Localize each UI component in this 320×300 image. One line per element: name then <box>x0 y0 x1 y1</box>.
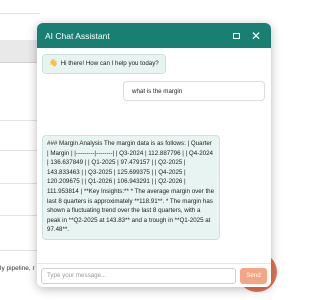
background-divider <box>0 183 40 184</box>
background-divider <box>0 150 40 151</box>
chat-title: AI Chat Assistant <box>45 30 110 41</box>
assistant-response-bubble: ### Margin Analysis The margin data is a… <box>42 135 220 240</box>
chat-window: AI Chat Assistant ✕ 👋 Hi there! How can … <box>37 23 271 287</box>
message-list: 👋 Hi there! How can I help you today? wh… <box>37 48 271 263</box>
assistant-greeting-bubble: 👋 Hi there! How can I help you today? <box>42 54 166 74</box>
background-divider <box>0 13 40 14</box>
maximize-button[interactable] <box>229 29 243 43</box>
send-button[interactable]: Send <box>240 267 267 284</box>
background-divider <box>0 215 40 216</box>
background-divider <box>0 120 40 121</box>
close-button[interactable]: ✕ <box>249 29 263 43</box>
message-composer: Send <box>37 263 271 287</box>
background-header-bar <box>0 40 40 63</box>
greeting-text: Hi there! How can I help you today? <box>60 60 159 67</box>
background-divider <box>0 250 40 251</box>
close-icon: ✕ <box>250 28 262 43</box>
waving-hand-icon: 👋 <box>49 60 58 67</box>
message-input[interactable] <box>41 267 236 284</box>
background-text-fragment: ly pipeline, r <box>0 265 35 272</box>
chat-header: AI Chat Assistant ✕ <box>37 23 271 48</box>
user-message-bubble: what is the margin <box>123 81 265 101</box>
maximize-icon <box>232 32 240 39</box>
